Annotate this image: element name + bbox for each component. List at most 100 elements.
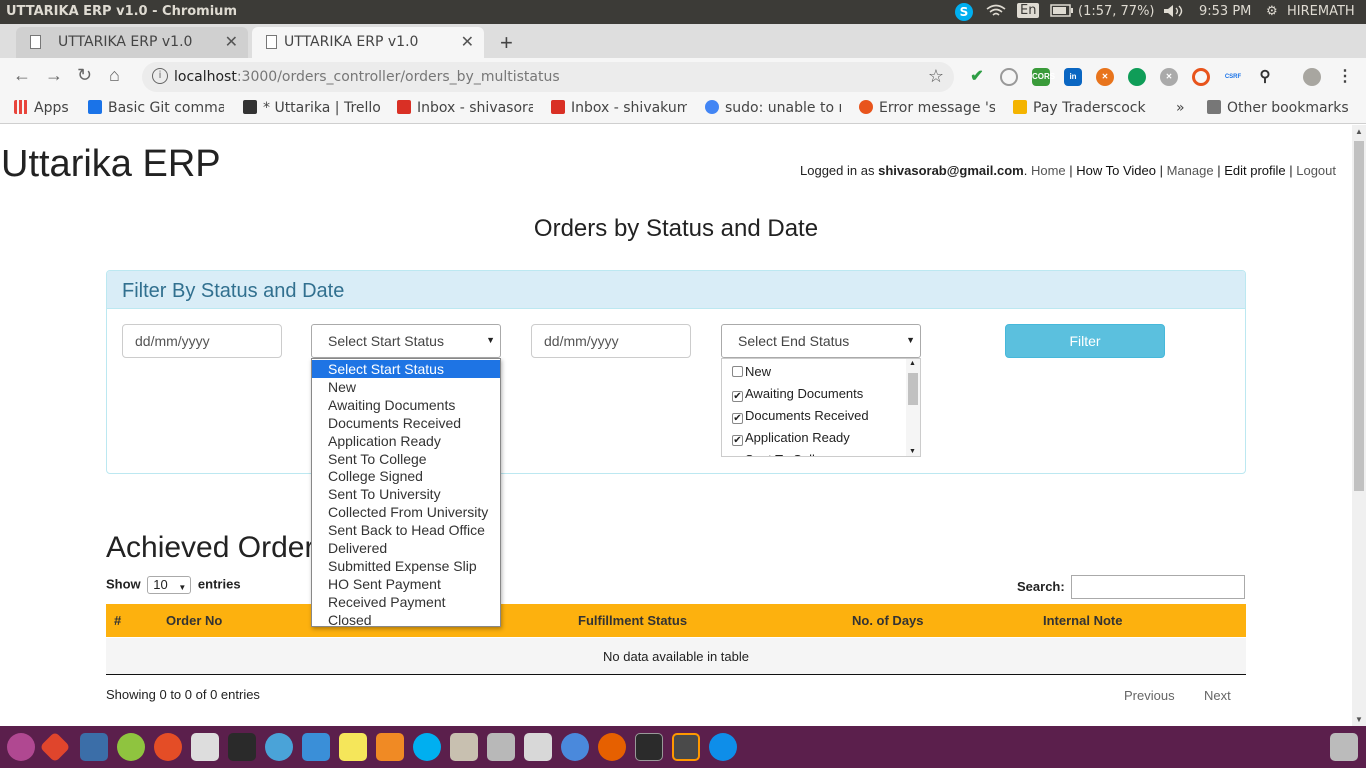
home-icon[interactable]: ⌂: [109, 65, 120, 86]
globe-app-icon[interactable]: [265, 733, 293, 761]
battery-icon[interactable]: [1050, 4, 1074, 21]
checkbox-checked-icon[interactable]: ✔: [732, 435, 743, 446]
terminal-app-icon[interactable]: [635, 733, 663, 761]
start-status-option[interactable]: College Signed: [312, 467, 500, 485]
bookmark-star-icon[interactable]: ☆: [928, 66, 944, 87]
notes-app-icon[interactable]: [339, 733, 367, 761]
brand-title[interactable]: Uttarika ERP: [1, 143, 221, 186]
search-input[interactable]: [1071, 575, 1245, 599]
page-scrollbar[interactable]: ▲ ▼: [1352, 125, 1366, 726]
extension-grey-icon[interactable]: ✕: [1160, 68, 1178, 86]
end-status-checklist[interactable]: ▲ ▼ New ✔ Awaiting Documents ✔ Documents Rece…: [721, 358, 921, 457]
trash-icon[interactable]: [1330, 733, 1358, 761]
tab-2[interactable]: UTTARIKA ERP v1.0 ✕: [252, 27, 484, 58]
bookmark-trello[interactable]: * Uttarika | Trello: [243, 100, 383, 116]
tool-app-icon[interactable]: [191, 733, 219, 761]
more-bookmarks-button[interactable]: »: [1176, 100, 1185, 116]
chrome-app-icon[interactable]: [154, 733, 182, 761]
start-status-option[interactable]: Closed: [312, 611, 500, 629]
back-icon[interactable]: ←: [13, 65, 31, 86]
filter-button[interactable]: Filter: [1005, 324, 1165, 358]
url-bar[interactable]: i localhost:3000/orders_controller/order…: [142, 62, 954, 92]
scratch-app-icon[interactable]: [376, 733, 404, 761]
ubuntu-dash-icon[interactable]: [7, 733, 35, 761]
bookmark-apps[interactable]: Apps: [14, 100, 69, 116]
checkmark-extension-icon[interactable]: ✔: [968, 68, 986, 86]
nav-how-to-video-link[interactable]: How To Video: [1076, 163, 1156, 178]
next-page-button[interactable]: Next: [1204, 688, 1231, 703]
bookmark-sudo[interactable]: sudo: unable to r: [705, 100, 841, 116]
database-app-icon[interactable]: [487, 733, 515, 761]
calculator-app-icon[interactable]: [302, 733, 330, 761]
checklist-scrollbar[interactable]: ▲ ▼: [906, 359, 920, 456]
new-tab-button[interactable]: +: [500, 30, 513, 56]
extension-circle-icon[interactable]: [1000, 68, 1018, 86]
teamviewer-app-icon[interactable]: [709, 733, 737, 761]
scroll-thumb[interactable]: [1354, 141, 1364, 491]
start-status-option[interactable]: Sent To College: [312, 450, 500, 468]
end-status-item[interactable]: ✔ Documents Received: [732, 408, 869, 424]
bookmark-error[interactable]: Error message 's: [859, 100, 995, 116]
start-status-option[interactable]: Delivered: [312, 539, 500, 557]
nav-manage-link[interactable]: Manage: [1167, 163, 1214, 178]
start-status-option[interactable]: New: [312, 378, 500, 396]
col-internal-note[interactable]: Internal Note: [1043, 613, 1122, 628]
skype-app-icon[interactable]: [413, 733, 441, 761]
gear-icon[interactable]: ⚙: [1266, 4, 1278, 19]
start-status-dropdown[interactable]: Select Start Status New Awaiting Documents…: [311, 358, 501, 629]
start-status-option[interactable]: HO Sent Payment: [312, 575, 500, 593]
start-status-option[interactable]: Submitted Expense Slip: [312, 557, 500, 575]
keyboard-layout[interactable]: En: [1017, 3, 1040, 18]
disk-app-icon[interactable]: [524, 733, 552, 761]
reload-icon[interactable]: ↻: [77, 65, 92, 86]
other-bookmarks[interactable]: Other bookmarks: [1207, 100, 1349, 116]
checkbox-checked-icon[interactable]: ✔: [732, 391, 743, 402]
skype-tray-icon[interactable]: S: [955, 3, 973, 21]
entries-select[interactable]: 10 ▼: [147, 576, 192, 594]
csrf-extension-icon[interactable]: CSRF: [1224, 68, 1242, 86]
extension-q-icon[interactable]: [1192, 68, 1210, 86]
menu-kebab-icon[interactable]: ⋮: [1336, 68, 1354, 86]
robot-app-icon[interactable]: [228, 733, 256, 761]
start-status-option[interactable]: Select Start Status: [312, 360, 500, 378]
bookmark-inbox-1[interactable]: Inbox - shivasora: [397, 100, 533, 116]
start-date-input[interactable]: dd/mm/yyyy: [122, 324, 282, 358]
start-status-option[interactable]: Collected From University: [312, 503, 500, 521]
bookmark-inbox-2[interactable]: Inbox - shivakum: [551, 100, 687, 116]
git-app-icon[interactable]: [39, 731, 71, 763]
extension-x-icon[interactable]: ✕: [1096, 68, 1114, 86]
start-status-option[interactable]: Awaiting Documents: [312, 396, 500, 414]
end-status-item[interactable]: New: [732, 364, 771, 379]
tab-1[interactable]: UTTARIKA ERP v1.0 ✕: [16, 27, 248, 58]
firefox-app-icon[interactable]: [598, 733, 626, 761]
start-status-option[interactable]: Documents Received: [312, 414, 500, 432]
col-order-no[interactable]: Order No: [166, 613, 222, 628]
start-status-select[interactable]: Select Start Status ▼: [311, 324, 501, 358]
start-status-option[interactable]: Application Ready: [312, 432, 500, 450]
end-status-item[interactable]: ✔Sent To College: [732, 452, 837, 456]
col-no-of-days[interactable]: No. of Days: [852, 613, 924, 628]
checkbox-checked-icon[interactable]: ✔: [732, 413, 743, 424]
scroll-up-icon[interactable]: ▲: [1355, 127, 1363, 136]
cors-extension-icon[interactable]: CORS: [1032, 68, 1055, 86]
start-status-option[interactable]: Sent Back to Head Office: [312, 521, 500, 539]
end-status-item[interactable]: ✔ Application Ready: [732, 430, 850, 446]
bookmark-git[interactable]: Basic Git comma: [88, 100, 224, 116]
archive-app-icon[interactable]: [450, 733, 478, 761]
linkedin-extension-icon[interactable]: in: [1064, 68, 1082, 86]
close-tab-icon[interactable]: ✕: [461, 32, 474, 51]
start-status-option[interactable]: Sent To University: [312, 485, 500, 503]
col-fulfillment-status[interactable]: Fulfillment Status: [578, 613, 687, 628]
volume-icon[interactable]: [1163, 4, 1185, 22]
scroll-down-icon[interactable]: ▼: [1355, 715, 1363, 724]
previous-page-button[interactable]: Previous: [1124, 688, 1175, 703]
nav-logout-link[interactable]: Logout: [1296, 163, 1336, 178]
sublime-app-icon[interactable]: [672, 733, 700, 761]
chromium-app-icon[interactable]: [561, 733, 589, 761]
hangouts-extension-icon[interactable]: [1128, 68, 1146, 86]
android-studio-icon[interactable]: [117, 733, 145, 761]
end-date-input[interactable]: dd/mm/yyyy: [531, 324, 691, 358]
site-info-icon[interactable]: i: [152, 68, 168, 84]
clock[interactable]: 9:53 PM: [1199, 4, 1251, 19]
session-user[interactable]: HIREMATH: [1287, 4, 1355, 19]
